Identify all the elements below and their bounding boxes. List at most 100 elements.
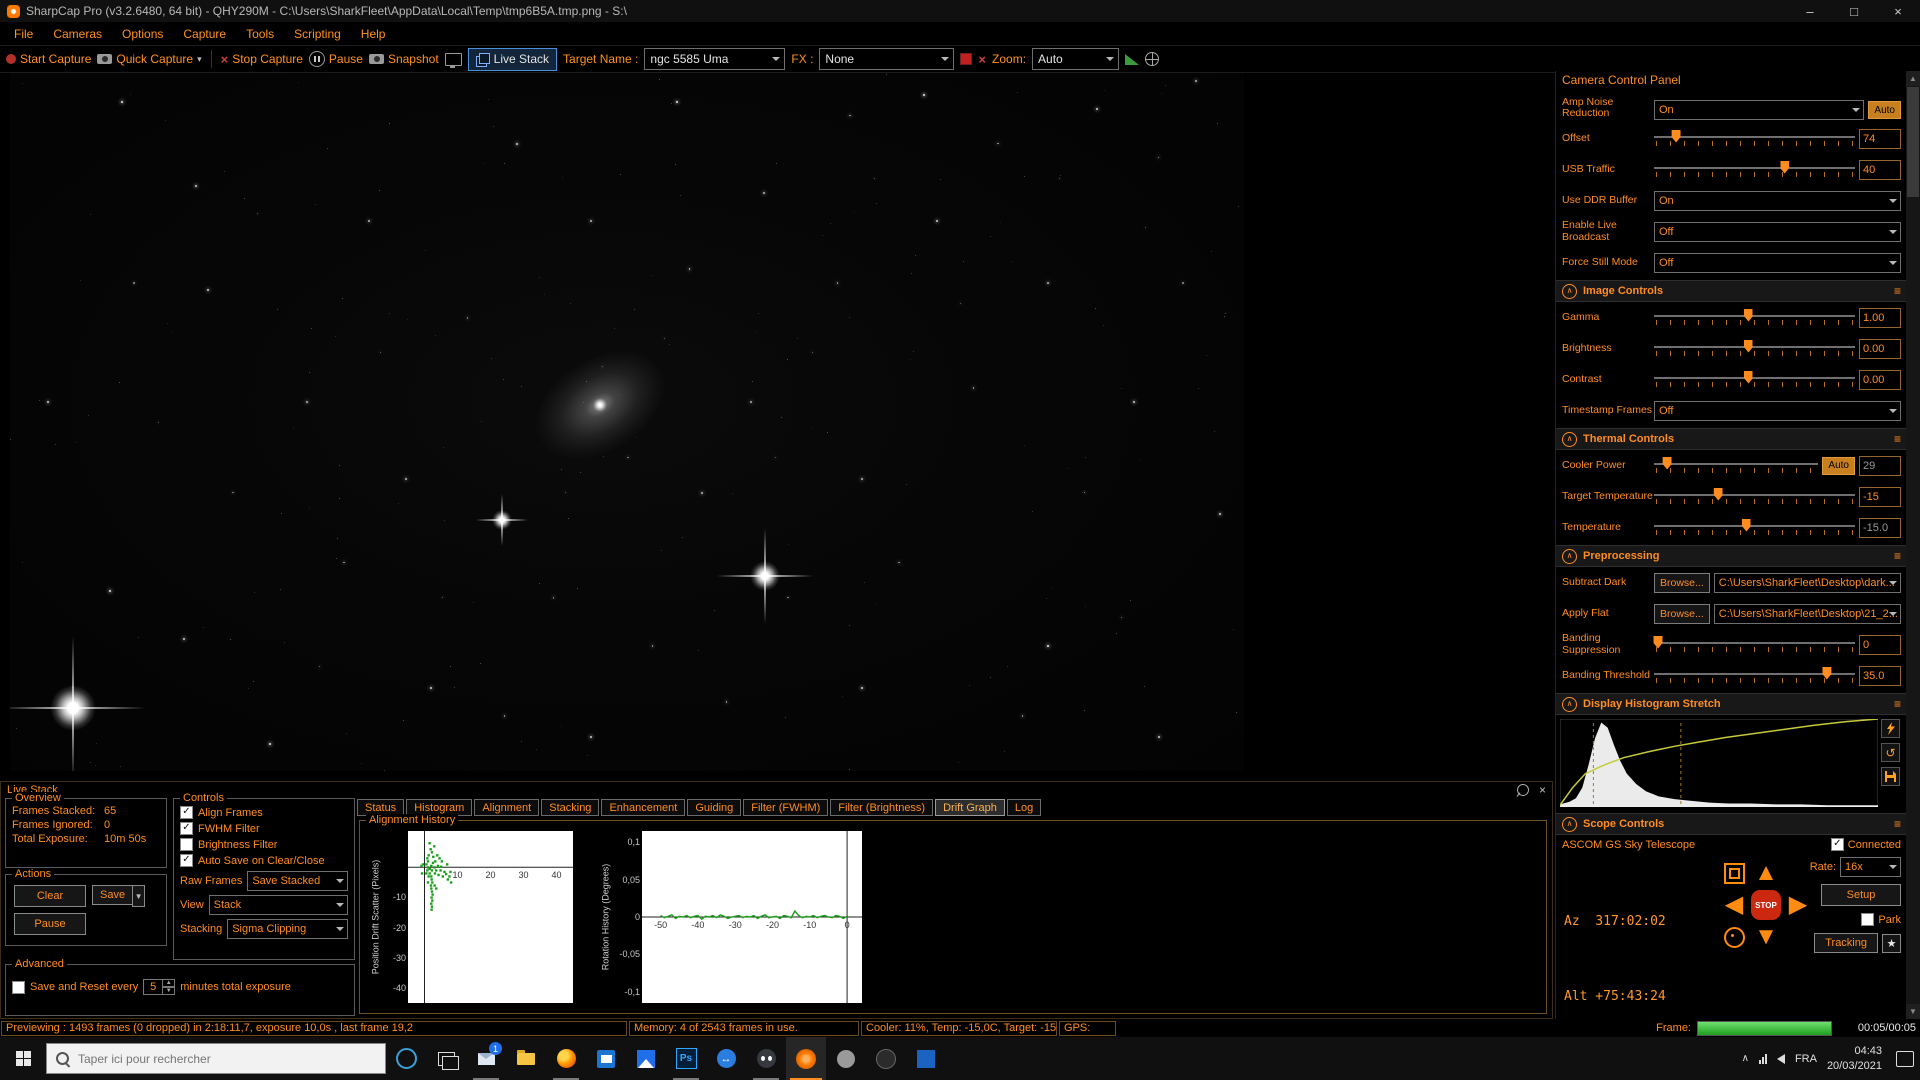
banding-threshold-slider[interactable] <box>1654 667 1855 685</box>
section-header-image-controls[interactable]: ∧Image Controls≡ <box>1556 280 1907 302</box>
histogram-icon[interactable] <box>1125 54 1139 65</box>
force-still-mode-combo[interactable]: Off <box>1654 253 1901 273</box>
task-view-button[interactable] <box>426 1037 466 1080</box>
stop-capture-button[interactable]: × Stop Capture <box>221 52 303 67</box>
section-header-thermal-controls[interactable]: ∧Thermal Controls≡ <box>1556 428 1907 450</box>
tab-log[interactable]: Log <box>1007 799 1041 816</box>
enable-live-broadcast-combo[interactable]: Off <box>1654 222 1901 242</box>
banding-threshold-value[interactable]: 35.0 <box>1859 666 1901 686</box>
stop-slew-button[interactable]: STOP <box>1751 890 1781 920</box>
view-combo[interactable]: Stack <box>209 895 348 915</box>
brightness-filter-checkbox[interactable] <box>180 838 193 851</box>
usb-traffic-value[interactable]: 40 <box>1859 160 1901 180</box>
collapse-icon[interactable]: ∧ <box>1562 697 1577 712</box>
minimize-button[interactable]: – <box>1788 0 1832 22</box>
action-center-icon[interactable] <box>1896 1051 1914 1067</box>
section-menu-icon[interactable]: ≡ <box>1894 697 1901 711</box>
section-menu-icon[interactable]: ≡ <box>1894 284 1901 298</box>
taskbar-app-gray[interactable] <box>826 1037 866 1080</box>
use-ddr-buffer-combo[interactable]: On <box>1654 191 1901 211</box>
amp-noise-reduction-combo[interactable]: On <box>1654 100 1864 120</box>
close-button[interactable]: × <box>1876 0 1920 22</box>
apply-flat-browse-button[interactable]: Browse... <box>1654 604 1710 624</box>
quick-capture-button[interactable]: Quick Capture ▾ <box>97 52 201 66</box>
snapshot-button[interactable]: Snapshot <box>369 52 439 66</box>
slew-up-button[interactable]: ▲ <box>1754 861 1778 885</box>
gamma-value[interactable]: 1.00 <box>1859 308 1901 328</box>
apply-flat-path-combo[interactable]: C:\Users\SharkFleet\Desktop\21_2... <box>1714 604 1901 624</box>
fx-combo[interactable]: None <box>819 48 954 70</box>
tab-stacking[interactable]: Stacking <box>541 799 599 816</box>
menu-capture[interactable]: Capture <box>173 22 236 45</box>
contrast-slider[interactable] <box>1654 371 1855 389</box>
cooler-power-value[interactable]: 29 <box>1859 456 1901 476</box>
taskbar-discord[interactable] <box>746 1037 786 1080</box>
scroll-up-icon[interactable]: ▲ <box>1906 71 1920 86</box>
interval-stepper[interactable]: 5 ▲▼ <box>143 979 175 995</box>
section-menu-icon[interactable]: ≡ <box>1894 817 1901 831</box>
taskbar-obs[interactable] <box>866 1037 906 1080</box>
collapse-icon[interactable]: ∧ <box>1562 432 1577 447</box>
subtract-dark-browse-button[interactable]: Browse... <box>1654 573 1710 593</box>
offset-value[interactable]: 74 <box>1859 129 1901 149</box>
reticle-icon[interactable] <box>1145 52 1159 66</box>
tab-alignment[interactable]: Alignment <box>474 799 539 816</box>
gamma-slider[interactable] <box>1654 309 1855 327</box>
step-down-icon[interactable]: ▼ <box>163 987 175 995</box>
taskbar-clock[interactable]: 04:43 20/03/2021 <box>1827 1044 1882 1074</box>
menu-tools[interactable]: Tools <box>236 22 284 45</box>
collapse-icon[interactable]: ∧ <box>1562 284 1577 299</box>
auto-stretch-lightning-icon[interactable] <box>1881 719 1900 738</box>
slew-right-button[interactable]: ▶ <box>1789 893 1807 917</box>
banding-suppression-value[interactable]: 0 <box>1859 635 1901 655</box>
zoom-combo[interactable]: Auto <box>1032 48 1119 70</box>
temperature-slider[interactable] <box>1654 519 1855 537</box>
rate-combo[interactable]: 16x <box>1840 857 1901 877</box>
fwhm-filter-checkbox[interactable]: ✓ <box>180 822 193 835</box>
taskbar-sharpcap[interactable] <box>786 1037 826 1080</box>
live-image-view[interactable] <box>10 73 1244 771</box>
cooler-power-slider[interactable] <box>1654 457 1818 475</box>
section-menu-icon[interactable]: ≡ <box>1894 432 1901 446</box>
network-icon[interactable] <box>1759 1054 1767 1064</box>
start-button[interactable] <box>0 1037 46 1080</box>
cortana-button[interactable] <box>386 1037 426 1080</box>
preview-monitor-icon[interactable] <box>445 53 462 66</box>
scope-connected-checkbox[interactable]: ✓ <box>1831 838 1844 851</box>
scroll-down-icon[interactable]: ▼ <box>1906 1004 1920 1019</box>
taskbar-teamviewer[interactable]: ↔ <box>706 1037 746 1080</box>
pause-stack-button[interactable]: Pause <box>14 913 86 935</box>
subtract-dark-path-combo[interactable]: C:\Users\SharkFleet\Desktop\dark... <box>1714 573 1901 593</box>
tray-expand-icon[interactable]: ∧ <box>1742 1053 1749 1064</box>
favorite-star-icon[interactable]: ★ <box>1882 934 1901 953</box>
live-stack-button[interactable]: Live Stack <box>468 48 557 71</box>
auto-save-on-clear-close-checkbox[interactable]: ✓ <box>180 854 193 867</box>
menu-scripting[interactable]: Scripting <box>284 22 351 45</box>
scrollbar-thumb[interactable] <box>1907 87 1919 197</box>
timestamp-frames-combo[interactable]: Off <box>1654 401 1901 421</box>
collapse-icon[interactable]: ∧ <box>1562 549 1577 564</box>
pause-button[interactable]: Pause <box>309 51 363 67</box>
raw-frames-combo[interactable]: Save Stacked <box>247 871 348 891</box>
save-reset-checkbox[interactable] <box>12 981 25 994</box>
offset-slider[interactable] <box>1654 130 1855 148</box>
collapse-icon[interactable]: ∧ <box>1562 817 1577 832</box>
target-temperature-slider[interactable] <box>1654 488 1855 506</box>
taskbar-mail[interactable]: 1 <box>466 1037 506 1080</box>
start-capture-button[interactable]: Start Capture <box>6 52 91 66</box>
stacking-combo[interactable]: Sigma Clipping <box>227 919 348 939</box>
menu-options[interactable]: Options <box>112 22 173 45</box>
slew-down-button[interactable]: ▼ <box>1754 925 1778 949</box>
tab-guiding[interactable]: Guiding <box>687 799 741 816</box>
menu-file[interactable]: File <box>4 22 43 45</box>
menu-cameras[interactable]: Cameras <box>43 22 112 45</box>
tab-drift-graph[interactable]: Drift Graph <box>935 799 1005 816</box>
panel-scrollbar[interactable]: ▲ ▼ <box>1906 71 1920 1019</box>
selection-area-icon[interactable] <box>960 53 972 65</box>
auto-button-cooler-power[interactable]: Auto <box>1822 457 1855 475</box>
taskbar-app-blue[interactable] <box>906 1037 946 1080</box>
reset-stretch-icon[interactable]: ↺ <box>1881 743 1900 762</box>
menu-help[interactable]: Help <box>351 22 396 45</box>
frame-center-icon[interactable] <box>1724 863 1745 884</box>
clear-selection-icon[interactable]: × <box>978 52 986 67</box>
